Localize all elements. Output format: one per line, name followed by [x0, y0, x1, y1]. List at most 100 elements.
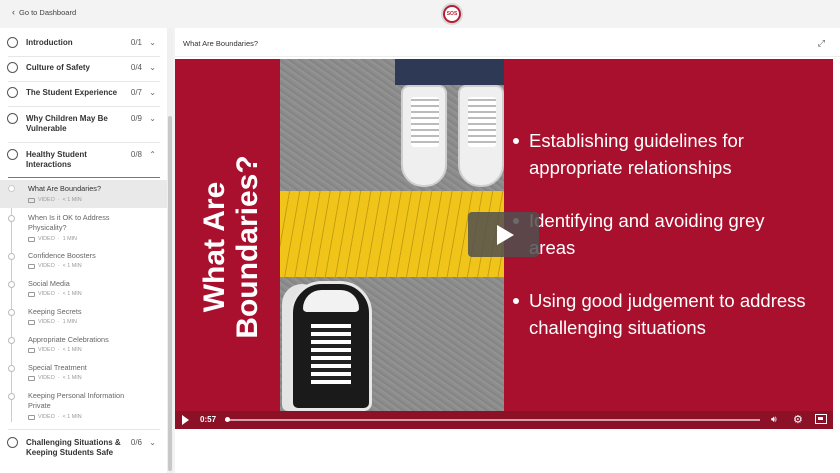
lesson-status-dot: [8, 309, 15, 316]
control-play-icon[interactable]: [182, 415, 189, 425]
chevron-down-icon: ⌄: [149, 63, 156, 72]
progress-circle-icon: [7, 37, 18, 48]
lesson-meta: VIDEO · < 1 MIN: [28, 347, 82, 353]
module-why-children-vulnerable[interactable]: Why Children May Be Vulnerable 0/9 ⌄: [0, 112, 166, 138]
module-title: Why Children May Be Vulnerable: [26, 114, 108, 133]
progress-circle-icon: [7, 149, 18, 160]
slide-bullet: Using good judgement to address challeng…: [513, 287, 813, 341]
module-challenging-situations[interactable]: Challenging Situations & Keeping Student…: [0, 436, 166, 472]
volume-icon[interactable]: 🔊︎: [771, 414, 777, 425]
chevron-left-icon: ‹: [12, 7, 15, 17]
lesson-title: When Is it OK to Address Physicality?: [28, 213, 110, 232]
video-controls: 0:57 🔊︎ ⚙: [175, 411, 833, 429]
module-title: Culture of Safety: [26, 63, 91, 72]
chevron-down-icon: ⌄: [149, 88, 156, 97]
lesson-status-dot: [8, 215, 15, 222]
video-progress-bar[interactable]: [225, 417, 760, 422]
module-title: Introduction: [26, 38, 73, 47]
course-sidebar: Introduction 0/1 ⌄ Culture of Safety 0/4…: [0, 28, 170, 473]
lesson-title: Confidence Boosters: [28, 251, 96, 260]
logo-text: SOS: [446, 11, 458, 17]
play-button[interactable]: [468, 212, 539, 257]
go-to-dashboard-link[interactable]: ‹ Go to Dashboard: [12, 7, 77, 18]
lesson-title: Keeping Personal Information Private: [28, 391, 125, 410]
lesson-meta: VIDEO · < 1 MIN: [28, 375, 82, 381]
video-icon: [28, 347, 35, 353]
progress-circle-icon: [7, 87, 18, 98]
lesson-status-dot: [8, 185, 15, 192]
module-introduction[interactable]: Introduction 0/1 ⌄: [0, 35, 166, 55]
chevron-down-icon: ⌄: [149, 38, 156, 47]
module-progress-count: 0/8: [130, 150, 142, 159]
chevron-down-icon: ⌄: [149, 438, 156, 447]
lesson-meta: VIDEO · < 1 MIN: [28, 263, 82, 269]
lesson-title: Special Treatment: [28, 363, 87, 372]
black-sneaker-image: [290, 281, 372, 411]
module-title: The Student Experience: [26, 88, 118, 97]
video-icon: [28, 375, 35, 381]
lesson-meta: VIDEO · < 1 MIN: [28, 291, 82, 297]
white-sneaker-image: [458, 85, 504, 187]
module-divider: [8, 429, 160, 430]
progress-circle-icon: [7, 437, 18, 448]
module-progress-count: 0/6: [130, 438, 142, 447]
lesson-item-social-media[interactable]: Social Media VIDEO · < 1 MIN: [0, 278, 168, 304]
brand-logo[interactable]: SOS: [441, 3, 463, 25]
lesson-title: Social Media: [28, 279, 70, 288]
chevron-down-icon: ⌄: [149, 114, 156, 123]
module-divider: [8, 177, 160, 178]
lesson-status-dot: [8, 365, 15, 372]
video-icon: [28, 263, 35, 269]
lesson-meta: VIDEO · < 1 MIN: [28, 414, 82, 420]
lesson-heading: What Are Boundaries?: [183, 39, 259, 48]
module-progress-count: 0/4: [130, 63, 142, 72]
lesson-title: Appropriate Celebrations: [28, 335, 109, 344]
lesson-item-special-treatment[interactable]: Special Treatment VIDEO · < 1 MIN: [0, 362, 168, 388]
module-title: Healthy Student Interactions: [26, 150, 87, 169]
module-divider: [8, 56, 160, 57]
slide-title-panel: What Are Boundaries?: [175, 59, 280, 429]
video-icon: [28, 319, 35, 325]
lesson-title: What Are Boundaries?: [28, 184, 102, 193]
progress-circle-icon: [7, 113, 18, 124]
go-to-dashboard-label: Go to Dashboard: [19, 8, 77, 17]
slide-title: What Are Boundaries?: [198, 155, 264, 339]
settings-gear-icon[interactable]: ⚙: [793, 413, 803, 426]
video-player[interactable]: What Are Boundaries? Establishing guidel…: [175, 59, 833, 429]
module-progress-count: 0/7: [130, 88, 142, 97]
module-progress-count: 0/1: [130, 38, 142, 47]
module-divider: [8, 106, 160, 107]
module-progress-count: 0/9: [130, 114, 142, 123]
lesson-title: Keeping Secrets: [28, 307, 82, 316]
header-divider: [175, 56, 840, 57]
progress-circle-icon: [7, 62, 18, 73]
lesson-item-keeping-personal-info[interactable]: Keeping Personal Information Private VID…: [0, 390, 168, 426]
sidebar-scrollbar-thumb[interactable]: [168, 116, 172, 471]
lesson-item-what-are-boundaries[interactable]: What Are Boundaries? VIDEO · < 1 MIN: [0, 180, 168, 208]
lesson-item-keeping-secrets[interactable]: Keeping Secrets VIDEO · 1 MIN: [0, 306, 168, 332]
module-divider: [8, 81, 160, 82]
lesson-item-address-physicality[interactable]: When Is it OK to Address Physicality? VI…: [0, 211, 168, 245]
fullscreen-icon[interactable]: [815, 414, 827, 424]
module-student-experience[interactable]: The Student Experience 0/7 ⌄: [0, 86, 166, 106]
lesson-status-dot: [8, 281, 15, 288]
lesson-content-panel: What Are Boundaries? ⤢ What Are Boundari…: [175, 28, 840, 473]
lesson-item-confidence-boosters[interactable]: Confidence Boosters VIDEO · < 1 MIN: [0, 250, 168, 276]
module-divider: [8, 142, 160, 143]
video-icon: [28, 414, 35, 420]
module-culture-of-safety[interactable]: Culture of Safety 0/4 ⌄: [0, 61, 166, 81]
lesson-meta: VIDEO · 1 MIN: [28, 236, 77, 242]
lesson-item-appropriate-celebrations[interactable]: Appropriate Celebrations VIDEO · < 1 MIN: [0, 334, 168, 360]
top-bar: ‹ Go to Dashboard SOS: [0, 0, 840, 28]
video-icon: [28, 197, 35, 203]
video-icon: [28, 236, 35, 242]
slide-bullet: Identifying and avoiding grey areas: [513, 207, 813, 261]
module-title: Challenging Situations & Keeping Student…: [26, 438, 121, 457]
play-icon: [497, 224, 514, 245]
progress-knob[interactable]: [225, 417, 230, 422]
slide-bullet-list: Establishing guidelines for appropriate …: [513, 127, 813, 367]
module-healthy-student-interactions[interactable]: Healthy Student Interactions 0/8 ⌃: [0, 148, 166, 176]
expand-icon[interactable]: ⤢: [818, 38, 825, 49]
white-sneaker-image: [401, 85, 447, 187]
slide-bullet: Establishing guidelines for appropriate …: [513, 127, 813, 181]
